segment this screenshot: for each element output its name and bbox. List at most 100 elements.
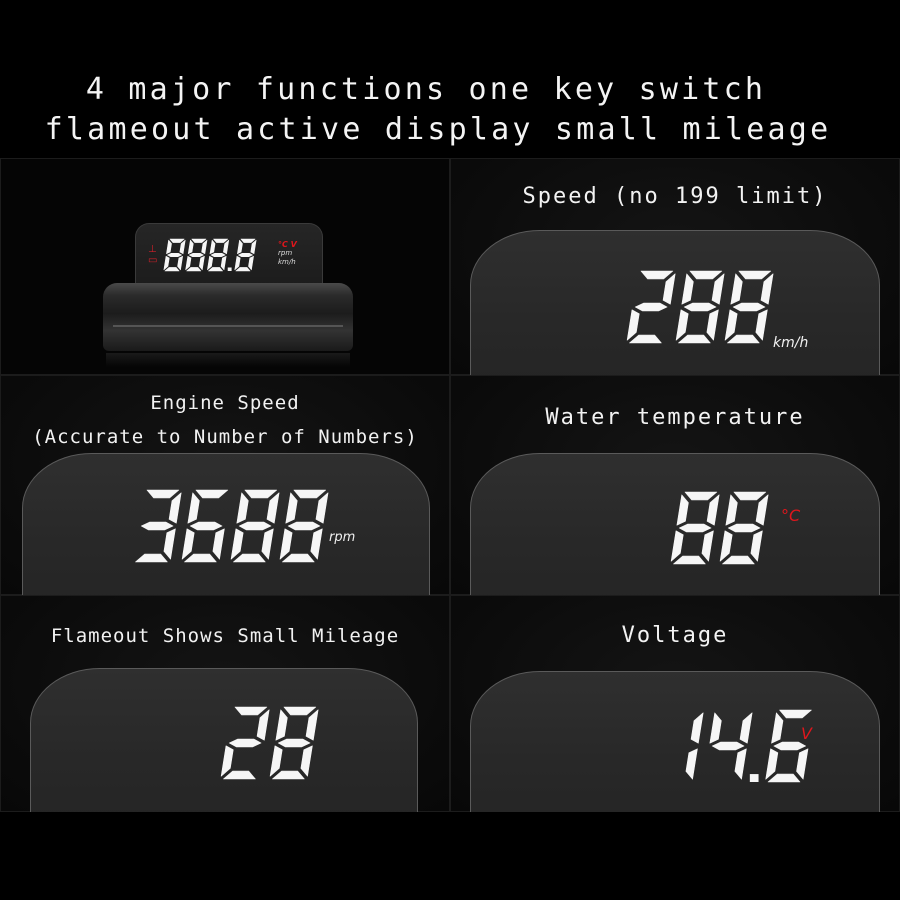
segment-e: [670, 530, 684, 562]
segment-c: [300, 745, 313, 777]
segment-a: [169, 238, 185, 243]
speed-screen: km/h: [470, 230, 880, 375]
product-cell: ⊥ ▭ °C V rpm km/h: [0, 158, 450, 375]
segment-g: [228, 738, 262, 748]
segment-c: [796, 748, 809, 780]
segment-d: [629, 334, 662, 344]
segment-b: [315, 492, 329, 524]
speed-unit: km/h: [773, 335, 809, 351]
feature-grid: ⊥ ▭ °C V rpm km/h Speed (no 199 limit) k…: [0, 158, 900, 812]
digit-4: [709, 712, 753, 780]
segment-f: [681, 273, 694, 305]
water-temp-panel: Water temperature °C: [450, 375, 900, 595]
segment-g: [732, 302, 766, 312]
segment-a: [640, 270, 674, 280]
segment-c: [685, 748, 698, 780]
digit-1: [685, 712, 704, 780]
segment-f: [709, 712, 722, 744]
engine-readout: [135, 489, 329, 563]
segment-g: [238, 252, 253, 258]
water-readout: [670, 491, 769, 565]
segment-f: [771, 712, 784, 744]
segment-g: [167, 252, 182, 258]
segment-b: [168, 492, 182, 524]
segment-c: [248, 255, 254, 271]
segment-a: [293, 489, 327, 499]
segment-b: [739, 712, 753, 744]
banner: 4 major functions one key switch flameou…: [0, 0, 900, 158]
segment-e: [181, 528, 195, 560]
digit-2: [626, 270, 676, 344]
speed-title: Speed (no 199 limit): [522, 184, 828, 209]
unit-rpm: rpm: [278, 249, 293, 257]
engine-speed-panel: Engine Speed (Accurate to Number of Numb…: [0, 375, 450, 595]
segment-b: [760, 273, 774, 305]
decimal-dot: [227, 267, 232, 271]
segment-a: [283, 706, 317, 716]
segment-a: [684, 491, 718, 501]
digit-8: [675, 270, 725, 344]
segment-d: [767, 773, 801, 783]
segment-e: [675, 309, 689, 341]
hud-device-screen: ⊥ ▭ °C V rpm km/h: [135, 223, 323, 286]
segment-c: [706, 309, 719, 341]
segment-a: [689, 270, 723, 280]
digit-2: [220, 706, 270, 780]
segment-b: [266, 492, 280, 524]
segment-g: [678, 523, 712, 533]
segment-c: [177, 255, 183, 271]
decimal-point: [749, 774, 759, 782]
segment-e: [724, 309, 738, 341]
segment-b: [305, 709, 319, 741]
decimal-dot: [749, 774, 759, 782]
digit-8: [279, 489, 329, 563]
segment-g: [287, 521, 321, 531]
unit-temp-volt: °C V: [278, 240, 297, 249]
segment-c: [212, 528, 225, 560]
segment-b: [256, 709, 270, 741]
digit-8: [719, 491, 769, 565]
segment-f: [166, 239, 172, 255]
digit-8: [269, 706, 319, 780]
digit-8: [185, 238, 208, 272]
hud-indicator-icons: ⊥ ▭: [148, 244, 157, 266]
segment-d: [722, 555, 755, 565]
water-screen: °C: [470, 453, 880, 595]
segment-d: [727, 334, 760, 344]
segment-f: [285, 492, 298, 524]
digit-8: [163, 238, 186, 272]
segment-a: [738, 270, 772, 280]
water-title: Water temperature: [545, 405, 805, 430]
segment-e: [765, 748, 779, 780]
voltage-title: Voltage: [621, 623, 729, 648]
segment-f: [730, 273, 743, 305]
segment-c: [701, 530, 714, 562]
segment-e: [220, 745, 234, 777]
segment-d: [282, 553, 315, 563]
decimal-point: [227, 267, 232, 271]
digit-6: [765, 709, 812, 783]
mileage-title: Flameout Shows Small Mileage: [50, 625, 400, 647]
segment-a: [191, 238, 207, 243]
segment-g: [210, 252, 226, 258]
hud-device-readout: [163, 238, 257, 272]
mileage-panel: Flameout Shows Small Mileage: [0, 595, 450, 812]
segment-d: [223, 770, 256, 780]
engine-temp-icon: ⊥: [148, 244, 157, 255]
segment-b: [690, 712, 704, 744]
segment-d: [186, 267, 202, 272]
segment-f: [275, 709, 288, 741]
speed-panel: Speed (no 199 limit) km/h: [450, 158, 900, 375]
segment-d: [208, 267, 223, 272]
unit-kmh: km/h: [278, 258, 296, 266]
battery-icon: ▭: [148, 255, 158, 266]
engine-screen: rpm: [22, 453, 430, 595]
digit-8: [207, 238, 230, 272]
segment-a: [213, 238, 229, 243]
segment-f: [236, 492, 249, 524]
segment-a: [244, 489, 278, 499]
hud-device-base: [103, 283, 353, 351]
segment-e: [626, 309, 640, 341]
segment-c: [734, 748, 747, 780]
mileage-screen: [30, 668, 418, 812]
